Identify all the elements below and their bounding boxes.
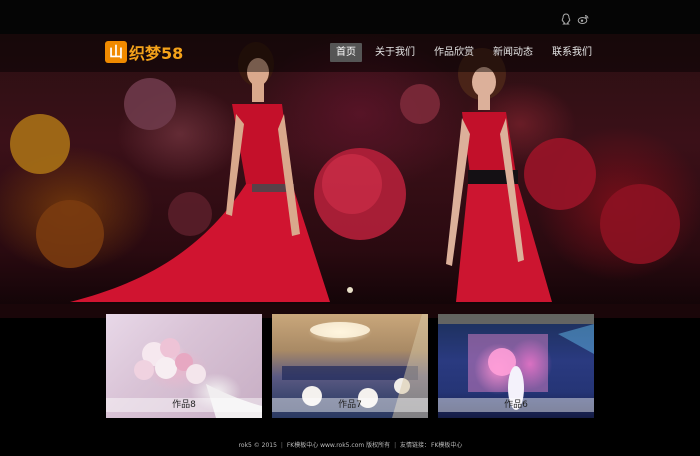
footer-site: FK模板中心 www.rok5.com 版权所有 [286, 442, 391, 449]
gallery-card[interactable]: 作品7 [272, 314, 428, 418]
weibo-icon[interactable] [577, 13, 589, 25]
gallery-card[interactable]: 作品8 [106, 314, 262, 418]
gallery-card-label: 作品7 [272, 398, 428, 412]
works-gallery: 作品8 作品7 作品6 [106, 314, 594, 418]
logo-text: 织梦58 [129, 44, 184, 63]
hero-banner[interactable] [0, 34, 700, 304]
model-left [70, 42, 330, 302]
main-nav: 首页 关于我们 作品欣赏 新闻动态 联系我们 [330, 43, 605, 62]
footer-divider: | [394, 442, 397, 449]
footer-copyright: rok5 © 2015 [238, 442, 277, 449]
banner-photo [10, 42, 680, 302]
top-strip [0, 0, 700, 34]
footer-link[interactable]: FK模板中心 [431, 442, 462, 449]
gallery-card-label: 作品8 [106, 398, 262, 412]
nav-item-home[interactable]: 首页 [330, 43, 362, 62]
nav-item-about[interactable]: 关于我们 [369, 43, 421, 62]
qq-icon[interactable] [560, 13, 572, 25]
footer-links-label: 友情链接： [400, 442, 431, 449]
logo-badge: 山 [105, 41, 127, 63]
site-footer: rok5 © 2015 | FK模板中心 www.rok5.com 版权所有 |… [0, 440, 700, 449]
nav-item-works[interactable]: 作品欣赏 [428, 43, 480, 62]
slider-dot[interactable] [347, 287, 353, 293]
gallery-card[interactable]: 作品6 [438, 314, 594, 418]
nav-item-news[interactable]: 新闻动态 [487, 43, 539, 62]
site-logo[interactable]: 山 织梦58 [105, 40, 183, 64]
footer-divider: | [280, 442, 283, 449]
nav-item-contact[interactable]: 联系我们 [546, 43, 598, 62]
gallery-card-label: 作品6 [438, 398, 594, 412]
